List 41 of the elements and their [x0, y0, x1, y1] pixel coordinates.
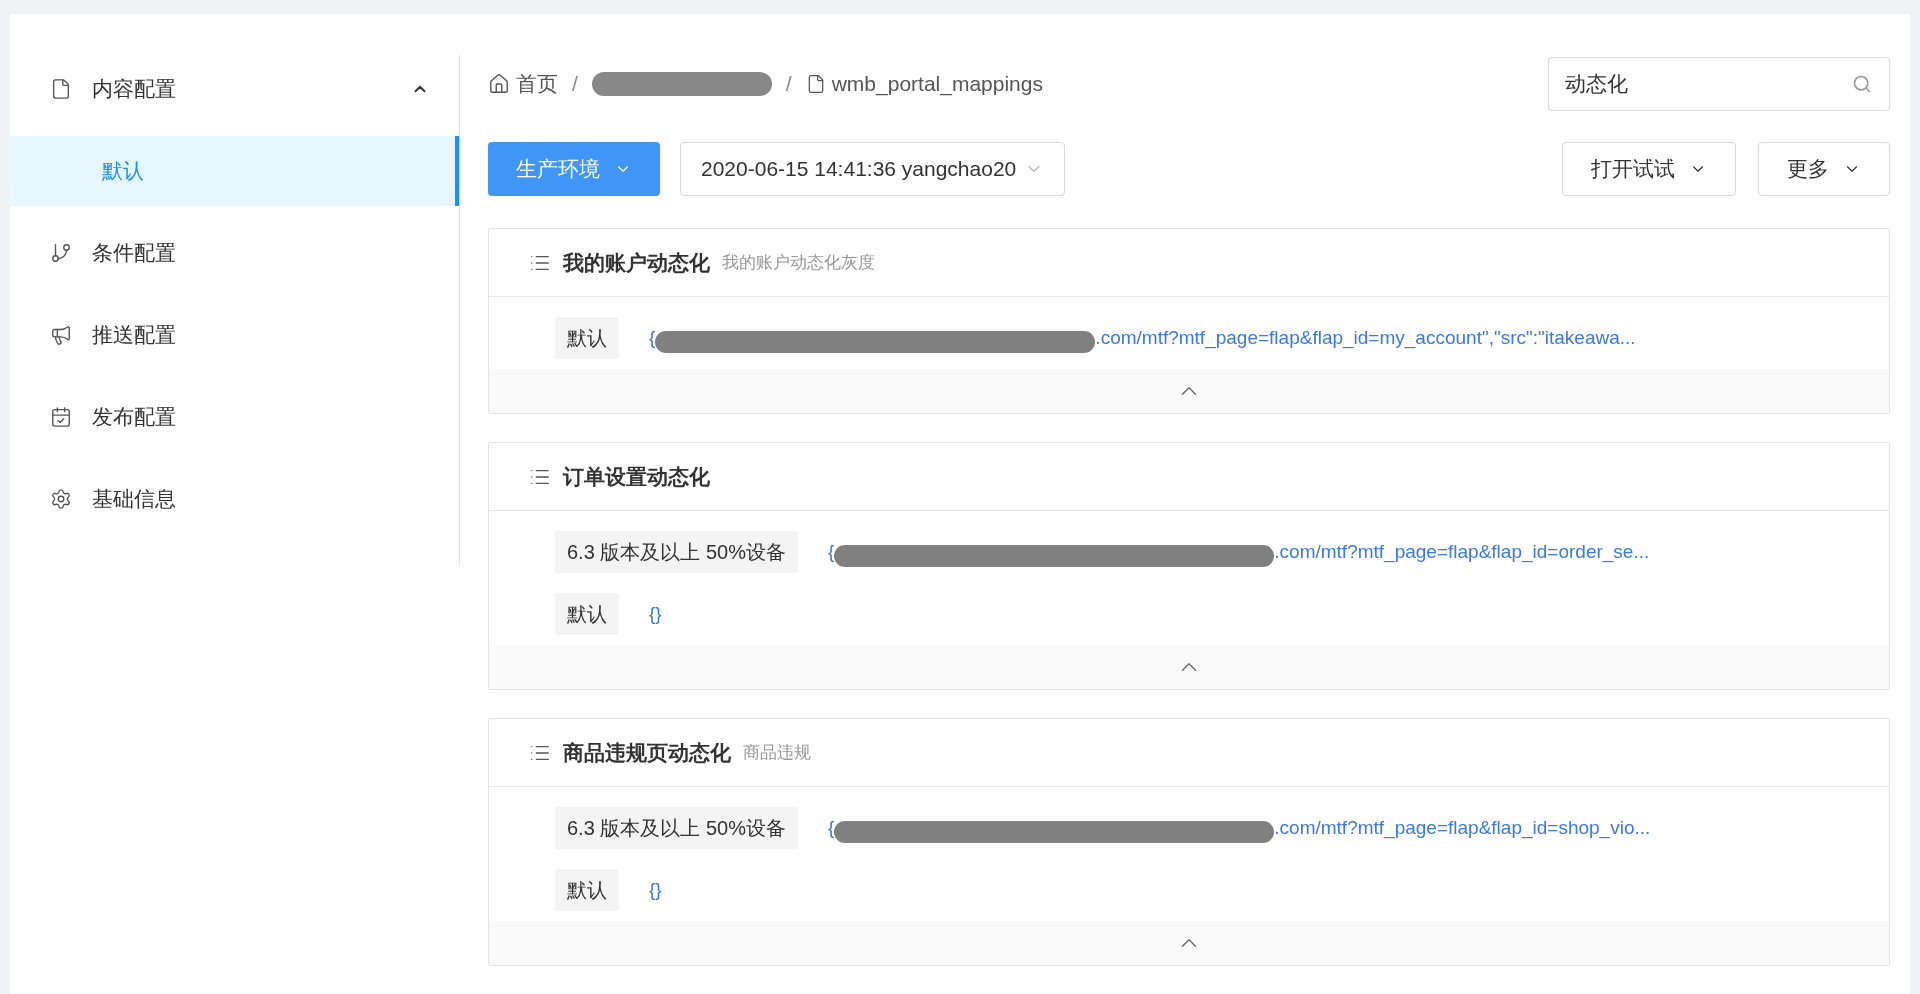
config-value[interactable]: .com/mtf?mtf_page=flap&flap_id=my_account","src":"itakeawa...: [1095, 323, 1636, 353]
action-dropdown[interactable]: 打开试试: [1562, 142, 1736, 196]
card-title: 订单设置动态化: [563, 463, 710, 490]
config-value[interactable]: {}: [649, 875, 662, 905]
config-value[interactable]: {: [649, 323, 656, 353]
condition-tag: 默认: [555, 317, 619, 359]
home-icon: [488, 73, 510, 95]
collapse-bar[interactable]: [489, 369, 1889, 413]
action-dropdown[interactable]: 更多: [1758, 142, 1890, 196]
breadcrumb-separator: /: [572, 71, 578, 98]
collapse-bar[interactable]: [489, 645, 1889, 689]
breadcrumb-separator: /: [785, 71, 792, 98]
document-icon: [50, 78, 72, 100]
card-subtitle: 我的账户动态化灰度: [722, 251, 875, 274]
search-icon: [1852, 74, 1872, 94]
condition-tag: 6.3 版本及以上 50%设备: [555, 531, 798, 573]
condition-tag: 6.3 版本及以上 50%设备: [555, 807, 798, 849]
card-title: 商品违规页动态化: [563, 739, 731, 766]
config-value[interactable]: .com/mtf?mtf_page=flap&flap_id=order_se...: [1274, 537, 1650, 567]
sidebar-item[interactable]: 内容配置: [10, 54, 459, 124]
megaphone-icon: [50, 324, 72, 346]
sidebar-item[interactable]: 条件配置: [10, 218, 459, 288]
config-value[interactable]: {: [827, 813, 835, 843]
collapse-bar[interactable]: [489, 921, 1889, 965]
calendar-icon: [50, 406, 72, 428]
condition-tag: 默认: [555, 869, 619, 911]
settings-icon: [50, 488, 72, 510]
branch-icon: [50, 242, 72, 264]
config-value[interactable]: {: [827, 537, 835, 567]
condition-tag: 默认: [555, 593, 619, 635]
sidebar-item[interactable]: 基础信息: [10, 464, 459, 534]
breadcrumb-link[interactable]: wmb_portal_mappings: [805, 68, 1043, 100]
breadcrumb-link[interactable]: 首页: [488, 68, 558, 100]
sidebar-item[interactable]: 发布配置: [10, 382, 459, 452]
search-field[interactable]: 动态化: [1548, 57, 1890, 111]
card-title: 我的账户动态化: [563, 249, 710, 276]
card-subtitle: 商品违规: [743, 741, 811, 764]
version-dropdown[interactable]: 2020-06-15 14:41:36 yangchao20: [680, 142, 1066, 196]
sidebar-item[interactable]: 推送配置: [10, 300, 459, 370]
config-value[interactable]: {}: [649, 599, 662, 629]
config-value[interactable]: .com/mtf?mtf_page=flap&flap_id=shop_vio...: [1274, 813, 1651, 843]
